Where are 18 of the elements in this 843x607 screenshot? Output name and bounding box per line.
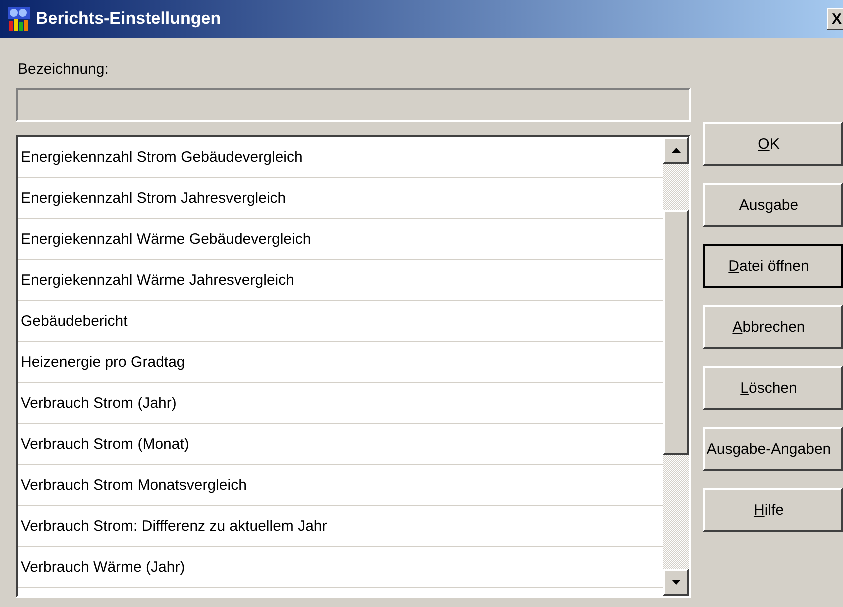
- down-arrow-icon: [672, 580, 680, 585]
- scroll-thumb[interactable]: [663, 210, 689, 455]
- dialog-button[interactable]: Ausgabe: [703, 183, 843, 227]
- scroll-up-button[interactable]: [663, 137, 689, 164]
- scroll-down-button[interactable]: [663, 569, 689, 596]
- dialog-button[interactable]: Datei öffnen: [703, 244, 843, 288]
- close-button[interactable]: X: [827, 8, 843, 30]
- field-label: Bezeichnung:: [17, 62, 110, 80]
- dialog-button[interactable]: Abbrechen: [703, 305, 843, 349]
- dialog-button[interactable]: Ausgabe-Angaben: [703, 427, 843, 471]
- name-field[interactable]: [16, 88, 691, 122]
- app-icon: [8, 7, 30, 31]
- scrollbar[interactable]: [663, 137, 689, 596]
- up-arrow-icon: [672, 148, 680, 153]
- dialog-button[interactable]: Hilfe: [703, 488, 843, 532]
- window-title: Berichts-Einstellungen: [36, 9, 222, 29]
- dialog-button[interactable]: OK: [703, 122, 843, 166]
- dialog-button[interactable]: Löschen: [703, 366, 843, 410]
